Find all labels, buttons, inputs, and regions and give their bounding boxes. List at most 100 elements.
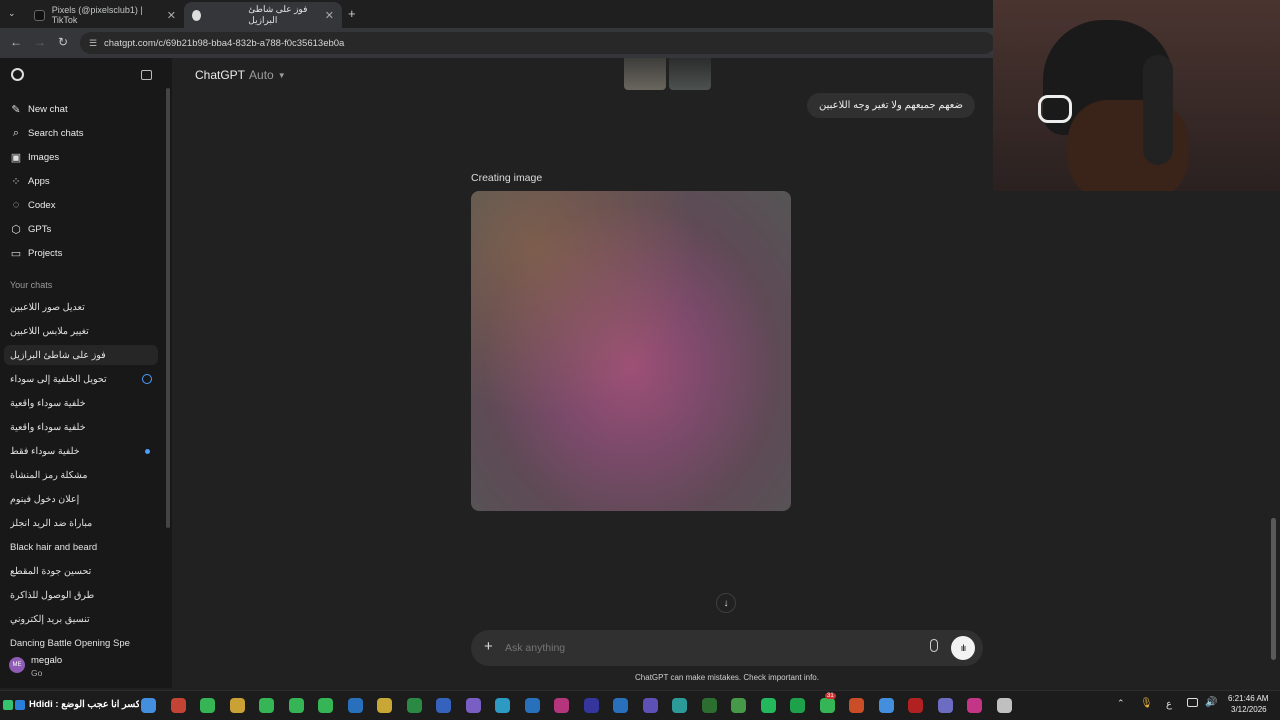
reload-icon[interactable]: ↻ bbox=[58, 35, 68, 49]
chat-list-item[interactable]: طرق الوصول للذاكرة bbox=[10, 585, 158, 605]
premiere-icon[interactable] bbox=[613, 698, 628, 713]
network-icon[interactable] bbox=[1187, 698, 1198, 707]
sidebar-item-images[interactable]: ▣ Images bbox=[10, 151, 59, 164]
sidebar-item-label: Images bbox=[28, 152, 60, 163]
chevron-down-icon: ▼ bbox=[277, 70, 286, 80]
sidebar-item-search-chats[interactable]: ⌕ Search chats bbox=[10, 127, 84, 140]
discord-icon[interactable] bbox=[524, 698, 540, 713]
chat-list-item[interactable]: خلفية سوداء واقعية bbox=[10, 393, 158, 413]
forward-icon[interactable]: → bbox=[34, 35, 46, 49]
chat-list-item[interactable]: مشكلة رمز المنشأة bbox=[10, 465, 158, 485]
chat-list-item[interactable]: تحسين جودة المقطع bbox=[10, 561, 158, 581]
url-field[interactable]: ☰ chatgpt.com/c/69b21b98-bba4-832b-a788-… bbox=[80, 32, 995, 54]
sidebar-scrollbar[interactable] bbox=[166, 88, 170, 528]
file-explorer-icon[interactable] bbox=[406, 698, 422, 713]
chat-list-item[interactable]: إعلان دخول فينوم bbox=[10, 489, 158, 509]
chrome-icon[interactable] bbox=[731, 698, 746, 713]
chrome-icon[interactable] bbox=[200, 698, 215, 713]
chat-list-item[interactable]: تعديل صور اللاعبين bbox=[10, 297, 158, 317]
steam-icon[interactable] bbox=[495, 698, 510, 713]
chat-list-item[interactable]: تحويل الخلفية إلى سوداء bbox=[10, 369, 158, 389]
chat-list-item[interactable]: تغيير ملابس اللاعبين bbox=[10, 321, 158, 341]
chat-title: تنسيق بريد إلكتروني bbox=[10, 613, 90, 625]
chat-list-item[interactable]: مباراة ضد الريد انجلز bbox=[10, 513, 158, 533]
ticker-text: Hdidi : الراوتر اكسر انا عجب الوضع bbox=[29, 699, 139, 710]
settings-icon[interactable] bbox=[996, 698, 1012, 713]
page-title: ChatGPT bbox=[195, 68, 246, 82]
sidebar-item-label: New chat bbox=[28, 104, 68, 115]
chatgpt-favicon-icon bbox=[192, 9, 202, 21]
app-icon[interactable] bbox=[878, 698, 894, 713]
media-icon[interactable] bbox=[672, 698, 687, 713]
site-info-icon[interactable]: ☰ bbox=[89, 38, 97, 49]
excel-icon[interactable] bbox=[465, 698, 481, 713]
ticker-app-icon bbox=[3, 700, 13, 710]
sidebar-item-new-chat[interactable]: ✎ New chat bbox=[10, 103, 68, 116]
start-grid-icon[interactable] bbox=[141, 698, 156, 713]
model-selector[interactable]: ChatGPT Auto ▼ bbox=[195, 68, 286, 82]
close-sidebar-icon[interactable] bbox=[141, 70, 152, 80]
chrome-icon[interactable] bbox=[229, 698, 245, 713]
edge-icon[interactable] bbox=[554, 698, 569, 713]
tray-overflow-icon[interactable]: ⌃ bbox=[1117, 698, 1125, 709]
search-taskbar-icon[interactable] bbox=[170, 698, 186, 713]
record-icon[interactable] bbox=[937, 698, 953, 713]
chat-list-item[interactable]: خلفية سوداء واقعية bbox=[10, 417, 158, 437]
sidebar-item-projects[interactable]: ▭ Projects bbox=[10, 247, 63, 260]
openai-logo-icon[interactable] bbox=[11, 68, 24, 81]
add-attachment-icon[interactable]: + bbox=[484, 638, 493, 655]
user-account[interactable]: ME megalo Go bbox=[0, 650, 172, 688]
chat-title: Dancing Battle Opening Spe bbox=[10, 637, 130, 649]
page-scrollbar[interactable] bbox=[1271, 518, 1276, 660]
clock-date[interactable]: 3/12/2026 bbox=[1231, 705, 1267, 714]
app-icon[interactable] bbox=[377, 698, 392, 713]
voice-mode-button[interactable]: ıIı bbox=[951, 636, 975, 660]
close-tab-icon[interactable]: ✕ bbox=[167, 9, 176, 22]
chat-title: Black hair and beard bbox=[10, 541, 98, 553]
input-language[interactable]: ع bbox=[1166, 699, 1172, 710]
chat-title: خلفية سوداء واقعية bbox=[10, 421, 86, 433]
spotify-icon[interactable] bbox=[819, 698, 835, 713]
chat-list-item[interactable]: تنسيق بريد إلكتروني bbox=[10, 609, 158, 629]
attached-image-thumbnail[interactable] bbox=[669, 58, 711, 90]
volume-icon[interactable]: 🔊 bbox=[1205, 697, 1217, 708]
chat-list-item[interactable]: خلفية سوداء فقط bbox=[10, 441, 158, 461]
photoshop-icon[interactable] bbox=[583, 698, 599, 713]
chrome-icon[interactable] bbox=[259, 698, 274, 713]
sidebar-item-apps[interactable]: ⁘ Apps bbox=[10, 175, 50, 188]
chat-list-item[interactable]: Black hair and beard bbox=[10, 537, 158, 557]
tray-mic-icon[interactable]: 🎙 bbox=[1140, 698, 1153, 709]
prompt-input[interactable] bbox=[505, 638, 905, 658]
telegram-icon[interactable] bbox=[760, 698, 776, 713]
clock-time[interactable]: 6:21:46 AM bbox=[1228, 694, 1268, 703]
chat-title: طرق الوصول للذاكرة bbox=[10, 589, 95, 601]
sidebar-item-label: Search chats bbox=[28, 128, 84, 139]
whatsapp-icon[interactable] bbox=[790, 698, 805, 713]
sidebar-item-codex[interactable]: ◌ Codex bbox=[10, 199, 56, 211]
new-tab-button[interactable]: + bbox=[348, 6, 356, 21]
close-tab-icon[interactable]: ✕ bbox=[325, 9, 334, 22]
yellow-app-icon[interactable] bbox=[436, 698, 451, 713]
tab-search-icon[interactable]: ⌄ bbox=[8, 8, 16, 19]
terminal-icon[interactable] bbox=[908, 698, 923, 713]
sidebar-item-gpts[interactable]: ⬡ GPTs bbox=[10, 223, 51, 236]
app-icon[interactable] bbox=[642, 698, 658, 713]
app-icon[interactable] bbox=[967, 698, 982, 713]
chat-list-item[interactable]: فوز على شاطئ البرازيل bbox=[4, 345, 158, 365]
xbox-icon[interactable] bbox=[849, 698, 864, 713]
user-name: megalo bbox=[31, 655, 63, 666]
tab-chatgpt[interactable]: فوز على شاطئ البرازيل ✕ bbox=[184, 2, 342, 28]
webcam-overlay bbox=[993, 0, 1280, 191]
microphone-icon[interactable] bbox=[930, 639, 938, 652]
scroll-down-button[interactable]: ↓ bbox=[716, 593, 736, 613]
back-icon[interactable]: ← bbox=[10, 35, 22, 49]
chrome-icon[interactable] bbox=[347, 698, 363, 713]
apps-icon: ⁘ bbox=[11, 176, 21, 188]
attached-image-thumbnail[interactable] bbox=[624, 58, 666, 90]
chrome-icon[interactable] bbox=[318, 698, 333, 713]
sidebar-item-label: Apps bbox=[28, 176, 50, 187]
teams-icon[interactable] bbox=[701, 698, 717, 713]
tab-tiktok[interactable]: Pixels (@pixelsclub1) | TikTok ✕ bbox=[26, 2, 184, 28]
chrome-icon[interactable] bbox=[288, 698, 304, 713]
generating-image-placeholder bbox=[471, 191, 791, 511]
